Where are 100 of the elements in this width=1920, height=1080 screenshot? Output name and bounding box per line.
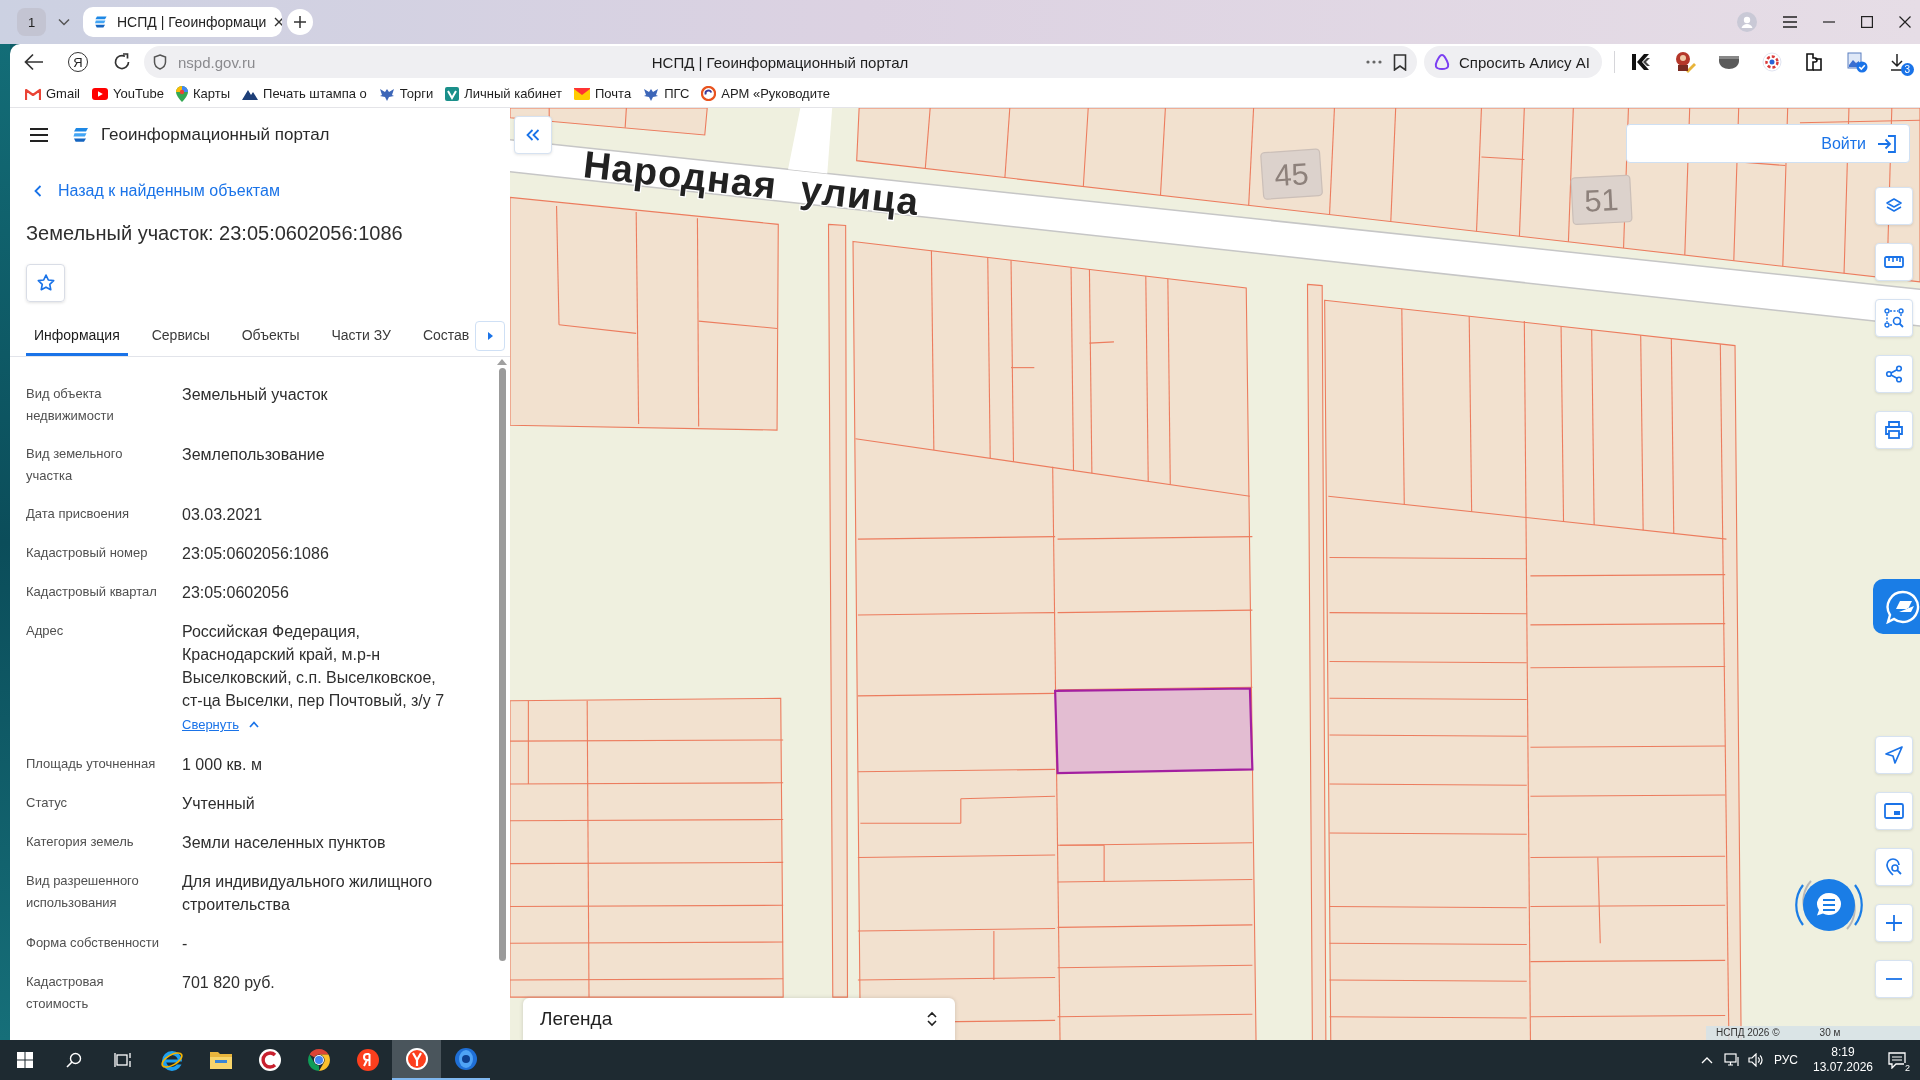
zoom-out-button[interactable]	[1875, 960, 1913, 998]
ring-logo-icon	[701, 86, 717, 101]
share-button[interactable]	[1875, 355, 1913, 393]
print-button[interactable]	[1875, 411, 1913, 449]
area-search-icon	[1884, 308, 1904, 328]
logo-icon	[71, 125, 91, 145]
close-icon[interactable]	[274, 17, 282, 27]
layers-button[interactable]	[1875, 187, 1913, 225]
bowl-icon[interactable]	[1717, 54, 1740, 70]
bookmark[interactable]: Gmail	[25, 86, 80, 101]
property-value: -	[182, 934, 189, 954]
plus-icon	[294, 16, 306, 28]
bookmark[interactable]: Печать штампа о	[242, 86, 367, 101]
chevron-up-icon[interactable]	[1700, 1056, 1713, 1064]
property-value: 1 000 кв. м	[182, 755, 263, 775]
dotted-ring-icon[interactable]	[1761, 52, 1782, 72]
new-tab-button[interactable]	[287, 9, 313, 35]
minimap-icon	[1884, 803, 1904, 819]
ask-assistant-button[interactable]: Спросить Алису AI	[1424, 46, 1602, 78]
bookmark[interactable]: Торги	[378, 86, 434, 101]
bookmark[interactable]: Личный кабинет	[445, 86, 562, 101]
chevron-down-icon[interactable]	[58, 18, 70, 26]
scrollbar[interactable]	[499, 368, 506, 961]
pin-search-button[interactable]	[1875, 848, 1913, 886]
bookmark[interactable]: АРМ «Руководите	[701, 86, 830, 101]
more-dots-icon[interactable]	[1366, 60, 1382, 64]
property-value: Земельный участок	[182, 385, 329, 405]
character-pencil-icon[interactable]	[1673, 51, 1696, 73]
property-value: Учтенный	[182, 794, 256, 814]
scroll-up-arrow-icon[interactable]	[497, 359, 507, 365]
clock[interactable]: 8:19 13.07.2026	[1812, 1045, 1874, 1075]
four-panes-icon	[16, 1052, 33, 1068]
property-value: 23:05:0602056:1086	[182, 544, 330, 564]
bookmark[interactable]: ПГС	[643, 86, 690, 101]
property-value: 23:05:0602056	[182, 583, 290, 603]
zoom-in-button[interactable]	[1875, 904, 1913, 942]
feedback-tab[interactable]	[1873, 579, 1920, 634]
panel-tab[interactable]: Объекты	[233, 314, 308, 356]
tab-counter[interactable]: 1	[17, 8, 46, 36]
panel-tab[interactable]: Сервисы	[143, 314, 218, 356]
panel-tab[interactable]: Информация	[26, 314, 128, 356]
login-button[interactable]: Войти	[1626, 124, 1910, 163]
maximize-icon[interactable]	[1861, 16, 1873, 28]
copyright-text: НСПД 2026 ©	[1716, 1027, 1780, 1039]
bookmark-icon[interactable]	[1393, 53, 1407, 71]
menu-icon[interactable]	[30, 128, 48, 142]
bookmark[interactable]: Почта	[574, 86, 632, 101]
notification-count-badge: 2	[1904, 1063, 1911, 1073]
object-heading: Земельный участок: 23:05:0602056:1086	[26, 221, 403, 246]
property-value: 03.03.2021	[182, 505, 264, 525]
layers-icon	[1885, 197, 1903, 215]
property-label: Вид разрешенного использования	[26, 872, 140, 912]
stacked-windows-icon	[113, 1052, 132, 1068]
back-link[interactable]: Назад к найденным объектам	[34, 181, 280, 201]
panel-tab[interactable]: Части ЗУ	[323, 314, 399, 356]
envelope-icon	[574, 87, 590, 100]
notification-button[interactable]: 2	[1884, 1048, 1910, 1072]
language-indicator[interactable]: РУС	[1773, 1053, 1798, 1067]
property-value: 701 820 руб.	[182, 973, 276, 993]
area-search-button[interactable]	[1875, 299, 1913, 337]
printer-icon	[1884, 421, 1904, 439]
chevron-left-icon	[34, 185, 42, 197]
e-logo-icon	[159, 1048, 184, 1072]
map-pin-icon	[176, 85, 189, 102]
minimap-button[interactable]	[1875, 792, 1913, 830]
cards-icon[interactable]	[1803, 52, 1824, 72]
close-icon[interactable]	[1899, 16, 1911, 28]
speaker-icon[interactable]	[1747, 1053, 1764, 1067]
bar-arrows-icon[interactable]	[1629, 51, 1652, 73]
property-label: Площадь уточненная	[26, 755, 157, 773]
back-arrow-icon[interactable]	[24, 53, 44, 71]
favorite-button[interactable]	[26, 264, 65, 302]
scale-label: 30 м	[1819, 1027, 1841, 1039]
collapse-toggle[interactable]: Свернуть	[182, 712, 259, 737]
segmented-circle-icon	[306, 1048, 331, 1072]
monitor-icon[interactable]	[1723, 1053, 1740, 1067]
bookmark[interactable]: Карты	[176, 85, 231, 102]
downloads-button[interactable]: 3	[1885, 48, 1914, 76]
menu-icon[interactable]	[1783, 16, 1797, 28]
property-label: Категория земель	[26, 833, 135, 851]
reload-icon[interactable]	[113, 53, 131, 71]
property-label: Дата присвоения	[26, 505, 131, 523]
address-field[interactable]: nspd.gov.ru НСПД | Геоинформационный портал	[144, 46, 1417, 78]
bookmark[interactable]: YouTube	[91, 86, 165, 101]
taskbar-app-button[interactable]	[392, 1040, 441, 1080]
locate-button[interactable]	[1875, 736, 1913, 774]
property-label: Кадастровый квартал	[26, 583, 158, 601]
notification-icon	[1888, 1051, 1906, 1069]
browser-tab[interactable]: НСПД | Геоинформаци	[83, 7, 282, 37]
selected-parcel[interactable]	[1054, 687, 1254, 775]
panel-tab[interactable]: Состав	[414, 314, 478, 356]
search-icon	[65, 1052, 82, 1068]
minus-icon	[1886, 978, 1902, 980]
measure-button[interactable]	[1875, 243, 1913, 281]
legend-button[interactable]: Легенда	[523, 998, 955, 1040]
image-check-icon[interactable]	[1845, 51, 1868, 73]
property-value: Российская Федерация, Краснодарский край, м.р-н Выселковский, с.п. Выселковское, ст-ца Выселки, пер Почтовый, з/у 7	[182, 622, 446, 711]
collapse-panel-button[interactable]	[514, 116, 552, 154]
sphere-icon	[453, 1047, 478, 1071]
circle-logo-icon	[355, 1048, 380, 1072]
